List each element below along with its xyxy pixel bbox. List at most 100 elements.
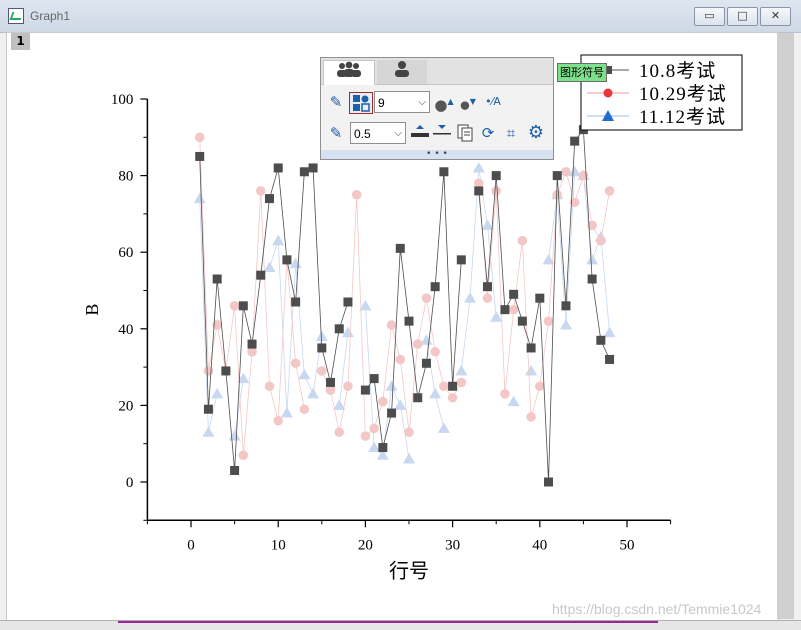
increase-size-icon[interactable]: ●▲	[434, 92, 454, 114]
series-3-point[interactable]	[211, 387, 224, 399]
series-2-point[interactable]	[578, 170, 589, 181]
line-width-select[interactable]: 0.5 ⌵	[350, 122, 406, 144]
series-1-point[interactable]	[456, 255, 466, 265]
series-2-point[interactable]	[439, 381, 449, 392]
series-1-point[interactable]	[430, 282, 440, 292]
series-3-point[interactable]	[202, 426, 215, 437]
series-3-point[interactable]	[429, 387, 442, 399]
connect-line-icon[interactable]: •⁄A	[481, 92, 505, 112]
series-1-point[interactable]	[596, 335, 606, 345]
series-3-point[interactable]	[603, 326, 616, 338]
series-1-point[interactable]	[238, 301, 248, 311]
series-1-point[interactable]	[570, 136, 580, 146]
series-2-point[interactable]	[535, 381, 545, 392]
series-3-point[interactable]	[228, 430, 241, 441]
pencil-color-icon[interactable]: ✎	[326, 92, 346, 112]
series-1-point[interactable]	[439, 167, 449, 177]
series-2-point[interactable]	[491, 186, 502, 196]
group-icon[interactable]	[323, 60, 375, 85]
series-1-point[interactable]	[326, 377, 336, 387]
series-1-point[interactable]	[395, 243, 405, 253]
series-2-point[interactable]	[421, 293, 432, 303]
series-2-point[interactable]	[317, 366, 327, 376]
series-1-point[interactable]	[378, 443, 388, 453]
series-1-point[interactable]	[273, 163, 283, 173]
series-3-point[interactable]	[559, 318, 572, 330]
series-3-point[interactable]	[315, 330, 328, 341]
series-2-point[interactable]	[596, 235, 606, 246]
series-3-point[interactable]	[586, 253, 599, 265]
series-3-point[interactable]	[403, 453, 415, 464]
rescale-icon[interactable]: ⌗	[501, 123, 521, 143]
series-2-point[interactable]	[482, 293, 493, 303]
series-1-point[interactable]	[343, 297, 353, 307]
series-3-point[interactable]	[298, 368, 311, 380]
series-1-point[interactable]	[230, 466, 240, 476]
series-1-point[interactable]	[291, 297, 301, 307]
series-1-point[interactable]	[212, 274, 222, 284]
series-1-point[interactable]	[552, 171, 562, 181]
series-2-point[interactable]	[500, 389, 510, 399]
series-1-point[interactable]	[334, 324, 344, 334]
refresh-icon[interactable]: ⟳	[478, 123, 498, 143]
series-3-point[interactable]	[464, 292, 477, 303]
series-2-point[interactable]	[526, 412, 536, 422]
symbol-shape-icon[interactable]	[349, 92, 373, 114]
series-1-point[interactable]	[264, 194, 274, 204]
series-1-point[interactable]	[517, 316, 527, 326]
series-3-point[interactable]	[307, 387, 320, 399]
series-3-point[interactable]	[437, 422, 450, 433]
series-2-point[interactable]	[343, 381, 353, 392]
series-1-point[interactable]	[369, 374, 379, 384]
series-1-point[interactable]	[509, 289, 519, 299]
series-1-point[interactable]	[491, 171, 501, 181]
series-2-point[interactable]	[238, 450, 249, 460]
person-icon[interactable]	[377, 60, 427, 84]
series-3-point[interactable]	[490, 311, 503, 322]
series-1-point[interactable]	[526, 343, 536, 353]
series-2-point[interactable]	[447, 392, 458, 403]
mini-toolbar[interactable]: ✎ 9 ⌵ ●▲ ●▼ •⁄A ✎ 0.5 ⌵ ⟳ ⌗ ⚙ • • •	[320, 57, 554, 160]
series-3-point[interactable]	[280, 407, 293, 418]
series-2-point[interactable]	[561, 166, 571, 177]
series-1-point[interactable]	[247, 339, 257, 349]
gear-icon[interactable]: ⚙	[526, 123, 546, 143]
series-1-point[interactable]	[282, 255, 292, 265]
series-3-point[interactable]	[507, 395, 520, 407]
series-1-point[interactable]	[587, 274, 597, 284]
series-2-point[interactable]	[334, 427, 345, 438]
series-1-point[interactable]	[221, 366, 231, 376]
series-2-point[interactable]	[229, 301, 240, 311]
series-2-point[interactable]	[386, 320, 397, 330]
series-1-point[interactable]	[482, 282, 492, 292]
copy-format-icon[interactable]	[455, 123, 475, 143]
series-3-point[interactable]	[368, 441, 381, 453]
series-1-point[interactable]	[421, 358, 431, 368]
toolbar-expander[interactable]: • • •	[321, 150, 553, 159]
decrease-size-icon[interactable]: ●▼	[458, 92, 478, 112]
series-2-point[interactable]	[299, 404, 310, 415]
series-1-point[interactable]	[448, 381, 458, 391]
series-2-point[interactable]	[264, 381, 275, 392]
series-1-point[interactable]	[404, 316, 414, 326]
series-3-point[interactable]	[472, 161, 485, 173]
series-2-point[interactable]	[194, 132, 205, 143]
series-1-point[interactable]	[308, 163, 318, 173]
series-2-point[interactable]	[604, 186, 615, 196]
series-1-point[interactable]	[561, 301, 571, 311]
series-3-point[interactable]	[263, 261, 276, 273]
series-2-point[interactable]	[508, 304, 519, 315]
thinner-line-icon[interactable]	[432, 123, 452, 143]
series-2-point[interactable]	[517, 235, 528, 246]
symbol-size-select[interactable]: 9 ⌵	[374, 91, 430, 113]
series-1-point[interactable]	[256, 270, 266, 280]
series-1-point[interactable]	[360, 385, 370, 395]
series-2-point[interactable]	[369, 423, 379, 434]
series-2-point[interactable]	[395, 354, 406, 365]
series-1-point[interactable]	[299, 167, 309, 177]
series-2-point[interactable]	[360, 431, 371, 441]
series-1-point[interactable]	[535, 293, 545, 303]
series-1-point[interactable]	[195, 151, 205, 161]
series-3-point[interactable]	[341, 326, 354, 338]
series-1-point[interactable]	[500, 305, 510, 315]
